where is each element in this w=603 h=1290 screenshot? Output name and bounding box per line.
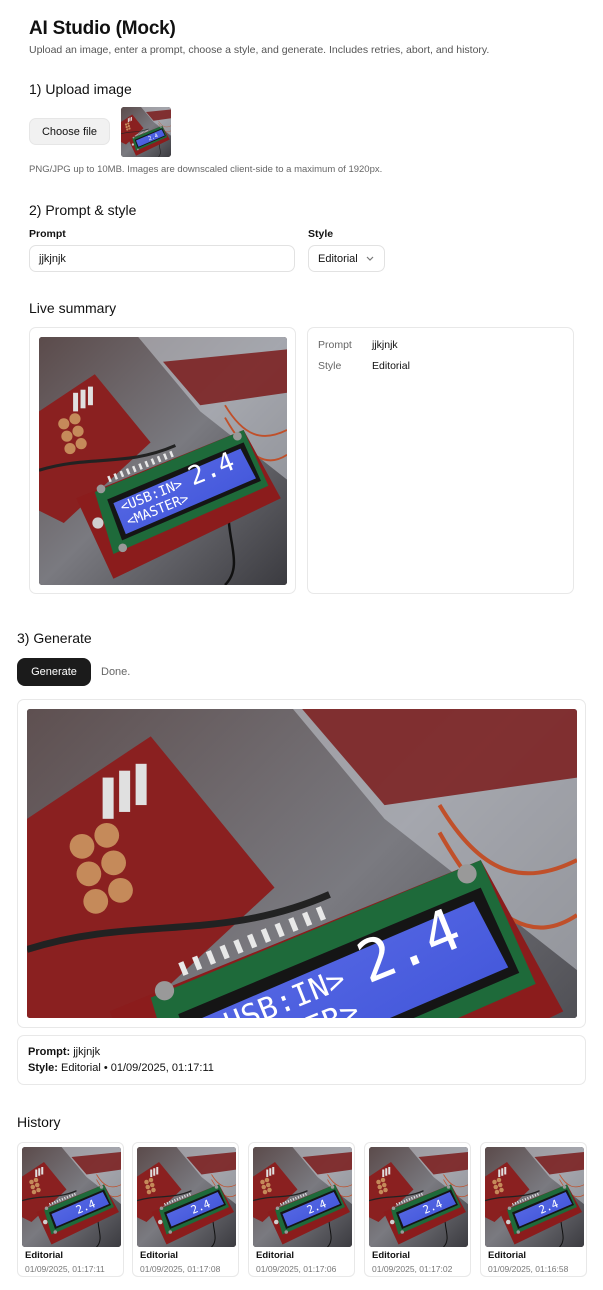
history-photo: 2.4 <box>253 1147 352 1247</box>
summary-photo: <USB:IN> <MASTER> 2.4 <box>39 337 287 585</box>
history-heading: History <box>17 1114 61 1130</box>
prompt-input[interactable]: jjkjnjk <box>29 245 295 272</box>
history-time: 01/09/2025, 01:17:08 <box>140 1264 221 1274</box>
history-time: 01/09/2025, 01:17:06 <box>256 1264 337 1274</box>
choose-file-button[interactable]: Choose file <box>29 118 110 145</box>
result-prompt-label: Prompt: <box>28 1046 71 1058</box>
result-meta-card: Prompt: jjkjnjk Style: Editorial • 01/09… <box>17 1035 586 1085</box>
history-time: 01/09/2025, 01:17:11 <box>25 1264 105 1274</box>
history-style: Editorial <box>25 1250 64 1261</box>
history-photo: 2.4 <box>137 1147 236 1247</box>
summary-image-card: <USB:IN> <MASTER> 2.4 <box>29 327 296 594</box>
result-image: <USB:IN> <MASTER> 2.4 <box>27 709 577 1018</box>
summary-style-value: Editorial <box>372 360 410 372</box>
history-time: 01/09/2025, 01:16:58 <box>488 1264 569 1274</box>
generate-button[interactable]: Generate <box>17 658 91 686</box>
style-label: Style <box>308 228 334 240</box>
prompt-label: Prompt <box>29 228 66 240</box>
history-photo: 2.4 <box>22 1147 121 1247</box>
history-style: Editorial <box>256 1250 295 1261</box>
history-style: Editorial <box>372 1250 411 1261</box>
live-summary-heading: Live summary <box>29 300 117 316</box>
history-photo: 2.4 <box>485 1147 584 1247</box>
result-image-card: <USB:IN> <MASTER> 2.4 <box>17 699 586 1028</box>
result-style-value: Editorial • 01/09/2025, 01:17:11 <box>61 1062 214 1074</box>
summary-prompt-key: Prompt <box>318 339 352 351</box>
style-select[interactable]: Editorial <box>308 245 385 272</box>
result-style-line: Style: Editorial • 01/09/2025, 01:17:11 <box>28 1062 214 1074</box>
upload-hint: PNG/JPG up to 10MB. Images are downscale… <box>29 164 383 175</box>
history-item[interactable]: 2.4 Editorial 01/09/2025, 01:16:58 <box>480 1142 587 1277</box>
generate-heading: 3) Generate <box>17 630 92 646</box>
app-subtitle: Upload an image, enter a prompt, choose … <box>29 44 490 56</box>
history-style: Editorial <box>488 1250 527 1261</box>
history-thumbnail: 2.4 <box>137 1147 236 1247</box>
upload-heading: 1) Upload image <box>29 81 132 97</box>
history-item[interactable]: 2.4 Editorial 01/09/2025, 01:17:02 <box>364 1142 471 1277</box>
history-photo: 2.4 <box>369 1147 468 1247</box>
history-thumbnail: 2.4 <box>369 1147 468 1247</box>
summary-details-card: Prompt jjkjnjk Style Editorial <box>307 327 574 594</box>
history-item[interactable]: 2.4 Editorial 01/09/2025, 01:17:06 <box>248 1142 355 1277</box>
summary-style-key: Style <box>318 360 342 372</box>
history-thumbnail: 2.4 <box>485 1147 584 1247</box>
summary-image: <USB:IN> <MASTER> 2.4 <box>39 337 287 585</box>
history-thumbnail: 2.4 <box>253 1147 352 1247</box>
upload-thumbnail: 2.4 <box>121 107 171 157</box>
result-prompt-value: jjkjnjk <box>73 1046 101 1058</box>
prompt-input-value: jjkjnjk <box>39 252 66 265</box>
history-time: 01/09/2025, 01:17:02 <box>372 1264 453 1274</box>
result-photo: <USB:IN> <MASTER> 2.4 <box>27 709 577 1018</box>
prompt-style-heading: 2) Prompt & style <box>29 202 137 218</box>
chevron-down-icon <box>366 256 374 261</box>
history-item[interactable]: 2.4 Editorial 01/09/2025, 01:17:11 <box>17 1142 124 1277</box>
result-style-label: Style: <box>28 1062 58 1074</box>
summary-prompt-value: jjkjnjk <box>372 339 398 351</box>
app-title: AI Studio (Mock) <box>29 18 176 39</box>
history-thumbnail: 2.4 <box>22 1147 121 1247</box>
history-item[interactable]: 2.4 Editorial 01/09/2025, 01:17:08 <box>132 1142 239 1277</box>
thumbnail-photo: 2.4 <box>121 107 171 157</box>
generate-status: Done. <box>101 666 131 678</box>
result-prompt-line: Prompt: jjkjnjk <box>28 1046 100 1058</box>
history-style: Editorial <box>140 1250 179 1261</box>
style-select-value: Editorial <box>318 252 358 265</box>
